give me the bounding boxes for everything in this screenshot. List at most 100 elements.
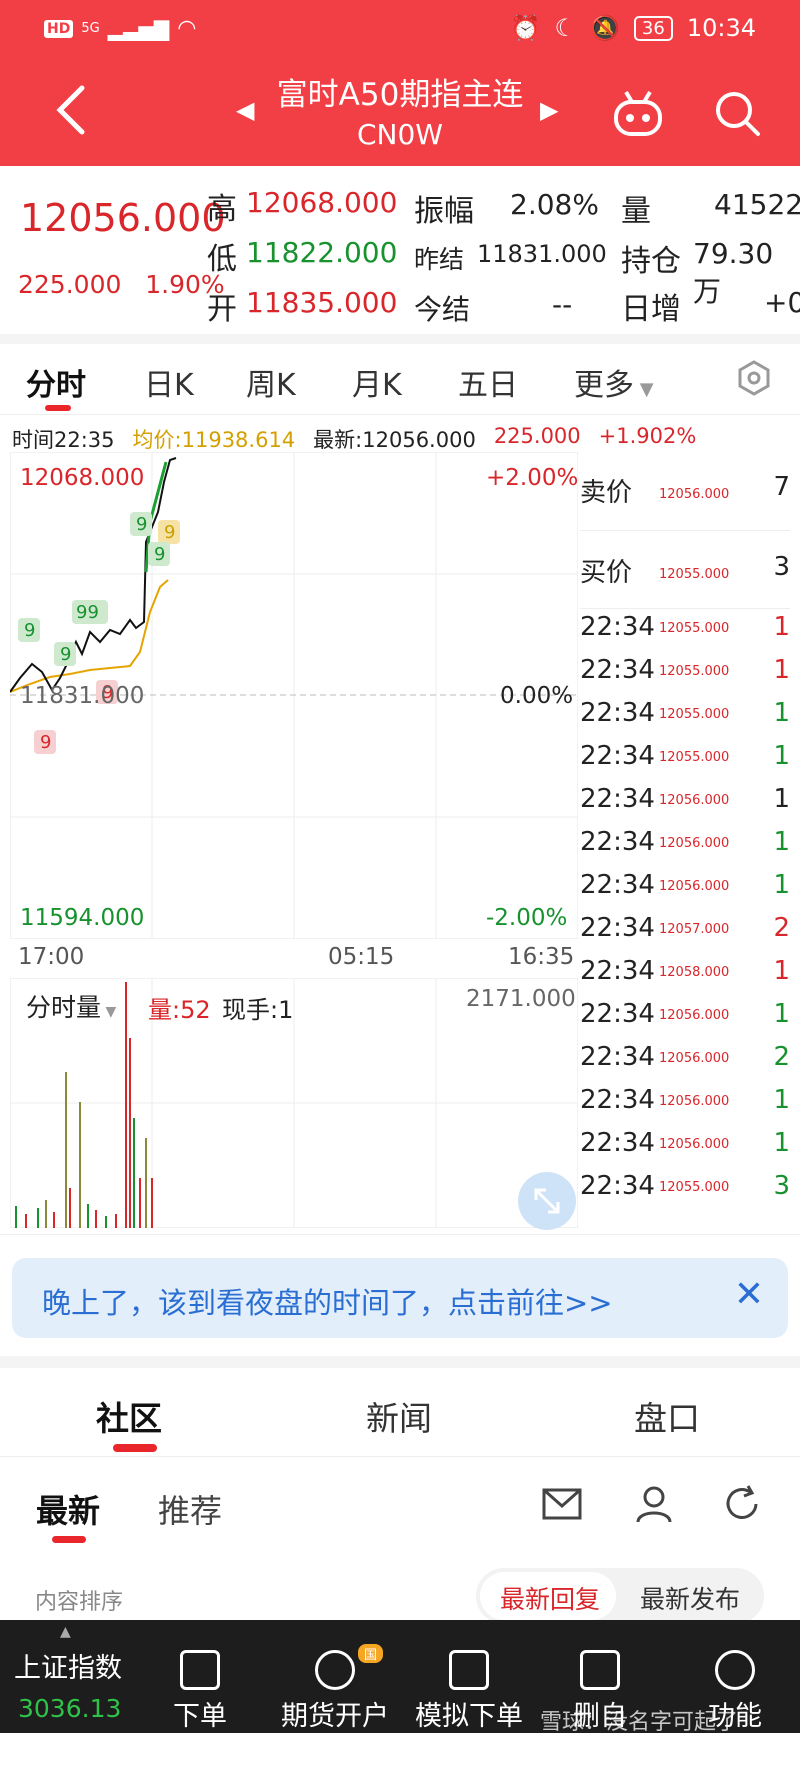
next-contract-icon[interactable]: ▶ <box>540 96 558 124</box>
tab-news[interactable]: 新闻 <box>366 1392 432 1440</box>
volume-label: 分时量 <box>26 993 102 1022</box>
sort-latest-post[interactable]: 最新发布 <box>640 1580 740 1616</box>
chevron-down-icon: ▼ <box>101 1004 117 1020</box>
sim-doc-icon <box>449 1650 489 1690</box>
chevron-up-icon[interactable]: ▲ <box>60 1624 71 1640</box>
tab-intraday[interactable]: 分时 <box>26 360 86 404</box>
amplitude-label: 振幅 <box>414 194 474 229</box>
tab-recommended[interactable]: 推荐 <box>158 1486 222 1532</box>
tick-qty: 1 <box>773 741 790 771</box>
search-icon[interactable] <box>712 88 764 140</box>
open-account-button[interactable]: 期货开户 国 <box>276 1644 394 1733</box>
open-label: 开 <box>207 292 237 327</box>
amplitude-value: 2.08% <box>510 188 599 221</box>
refresh-icon[interactable] <box>722 1484 762 1528</box>
index-name[interactable]: 上证指数 <box>14 1646 122 1685</box>
tick-time: 22:34 <box>580 870 655 900</box>
network-5g-icon: 5G <box>81 21 100 36</box>
svg-text:9: 9 <box>164 522 175 543</box>
buy-label: 买价 <box>580 558 633 588</box>
night-session-banner[interactable]: 晚上了，该到看夜盘的时间了，点击前往>> ✕ <box>12 1258 788 1338</box>
daily-increase-value: +0 <box>764 286 800 319</box>
current-hand: 现手:1 <box>222 996 294 1024</box>
tab-more[interactable]: 更多 ▼ <box>574 360 654 404</box>
divider <box>0 1456 800 1457</box>
tick-qty: 1 <box>773 655 790 685</box>
close-icon[interactable]: ✕ <box>734 1274 764 1315</box>
tick-row: 22:34 12056.000 1 <box>580 1128 790 1171</box>
time-tick: 16:35 <box>508 944 575 970</box>
sim-order-button[interactable]: 模拟下单 <box>410 1650 528 1733</box>
tick-time: 22:34 <box>580 1042 655 1072</box>
order-button[interactable]: 下单 <box>168 1650 232 1733</box>
tick-qty: 1 <box>773 827 790 857</box>
minus-box-icon <box>580 1650 620 1690</box>
settings-icon[interactable] <box>736 360 772 396</box>
expand-icon[interactable] <box>518 1172 576 1230</box>
volume-max: 2171.000 <box>466 986 576 1012</box>
chart-top-price: 12068.000 <box>20 465 145 491</box>
user-icon[interactable] <box>634 1484 674 1528</box>
volume-value: 41522 <box>714 188 800 221</box>
chart-bottom-percent: -2.00% <box>486 905 568 931</box>
tick-qty: 1 <box>773 1085 790 1115</box>
tick-qty: 1 <box>773 999 790 1029</box>
prev-settle-label: 昨结 <box>414 245 465 274</box>
alarm-icon: ⏰ <box>510 14 541 42</box>
tab-monthly-k[interactable]: 月K <box>352 360 402 404</box>
daily-increase-label: 日增 <box>621 292 681 327</box>
mail-icon[interactable] <box>542 1488 582 1524</box>
change-value: 225.000 <box>18 270 122 299</box>
section-indicator <box>113 1444 157 1452</box>
tick-price: 12055.000 <box>659 1180 730 1195</box>
tick-price: 12055.000 <box>659 664 730 679</box>
tab-more-label: 更多 <box>574 368 634 403</box>
hd-icon: HD <box>44 19 74 38</box>
sort-latest-reply[interactable]: 最新回复 <box>500 1580 600 1616</box>
tick-price: 12055.000 <box>659 750 730 765</box>
open-value: 11835.000 <box>246 286 398 319</box>
tick-time: 22:34 <box>580 655 655 685</box>
sell-price: 12056.000 <box>659 487 730 502</box>
high-label: 高 <box>207 192 237 227</box>
contract-code: CN0W <box>357 118 443 151</box>
tab-orderbook[interactable]: 盘口 <box>634 1392 700 1440</box>
tab-daily-k[interactable]: 日K <box>144 360 194 404</box>
high-value: 12068.000 <box>246 186 398 219</box>
tick-row: 22:34 12055.000 1 <box>580 698 790 741</box>
order-label: 下单 <box>173 1701 227 1732</box>
chart-mid-price: 11831.000 <box>20 683 145 709</box>
tick-time: 22:34 <box>580 612 655 642</box>
svg-text:99: 99 <box>76 602 99 623</box>
buy-qty: 3 <box>773 552 790 582</box>
tick-row: 22:34 12056.000 2 <box>580 1042 790 1085</box>
tick-row: 22:34 12056.000 1 <box>580 870 790 913</box>
tick-qty: 1 <box>773 1128 790 1158</box>
settle-label: 今结 <box>414 293 471 326</box>
tick-time: 22:34 <box>580 1171 655 1201</box>
robot-icon[interactable] <box>612 88 664 138</box>
tab-community[interactable]: 社区 <box>96 1392 162 1440</box>
index-value: 3036.13 <box>18 1694 122 1723</box>
tab-latest[interactable]: 最新 <box>36 1486 100 1532</box>
volume-selector[interactable]: 分时量 ▼ <box>26 988 116 1024</box>
sell-label: 卖价 <box>580 478 633 508</box>
tick-time: 22:34 <box>580 913 655 943</box>
prev-settle-value: 11831.000 <box>477 240 607 268</box>
battery-icon: 36 <box>633 15 673 41</box>
tick-row: 22:34 12056.000 1 <box>580 999 790 1042</box>
back-icon[interactable] <box>52 82 96 142</box>
tick-price: 12056.000 <box>659 836 730 851</box>
low-value: 11822.000 <box>246 236 398 269</box>
tick-time: 22:34 <box>580 1085 655 1115</box>
chart-time: 时间22:35 <box>12 428 115 452</box>
tick-time: 22:34 <box>580 698 655 728</box>
tick-time: 22:34 <box>580 827 655 857</box>
tick-qty: 3 <box>773 1171 790 1201</box>
sort-label: 内容排序 <box>35 1590 124 1615</box>
tab-five-day[interactable]: 五日 <box>458 360 518 404</box>
tab-weekly-k[interactable]: 周K <box>246 360 296 404</box>
tick-row: 22:34 12055.000 3 <box>580 1171 790 1214</box>
svg-text:9: 9 <box>136 514 147 535</box>
signal-icon: ▂▃▅▇ <box>107 16 170 41</box>
